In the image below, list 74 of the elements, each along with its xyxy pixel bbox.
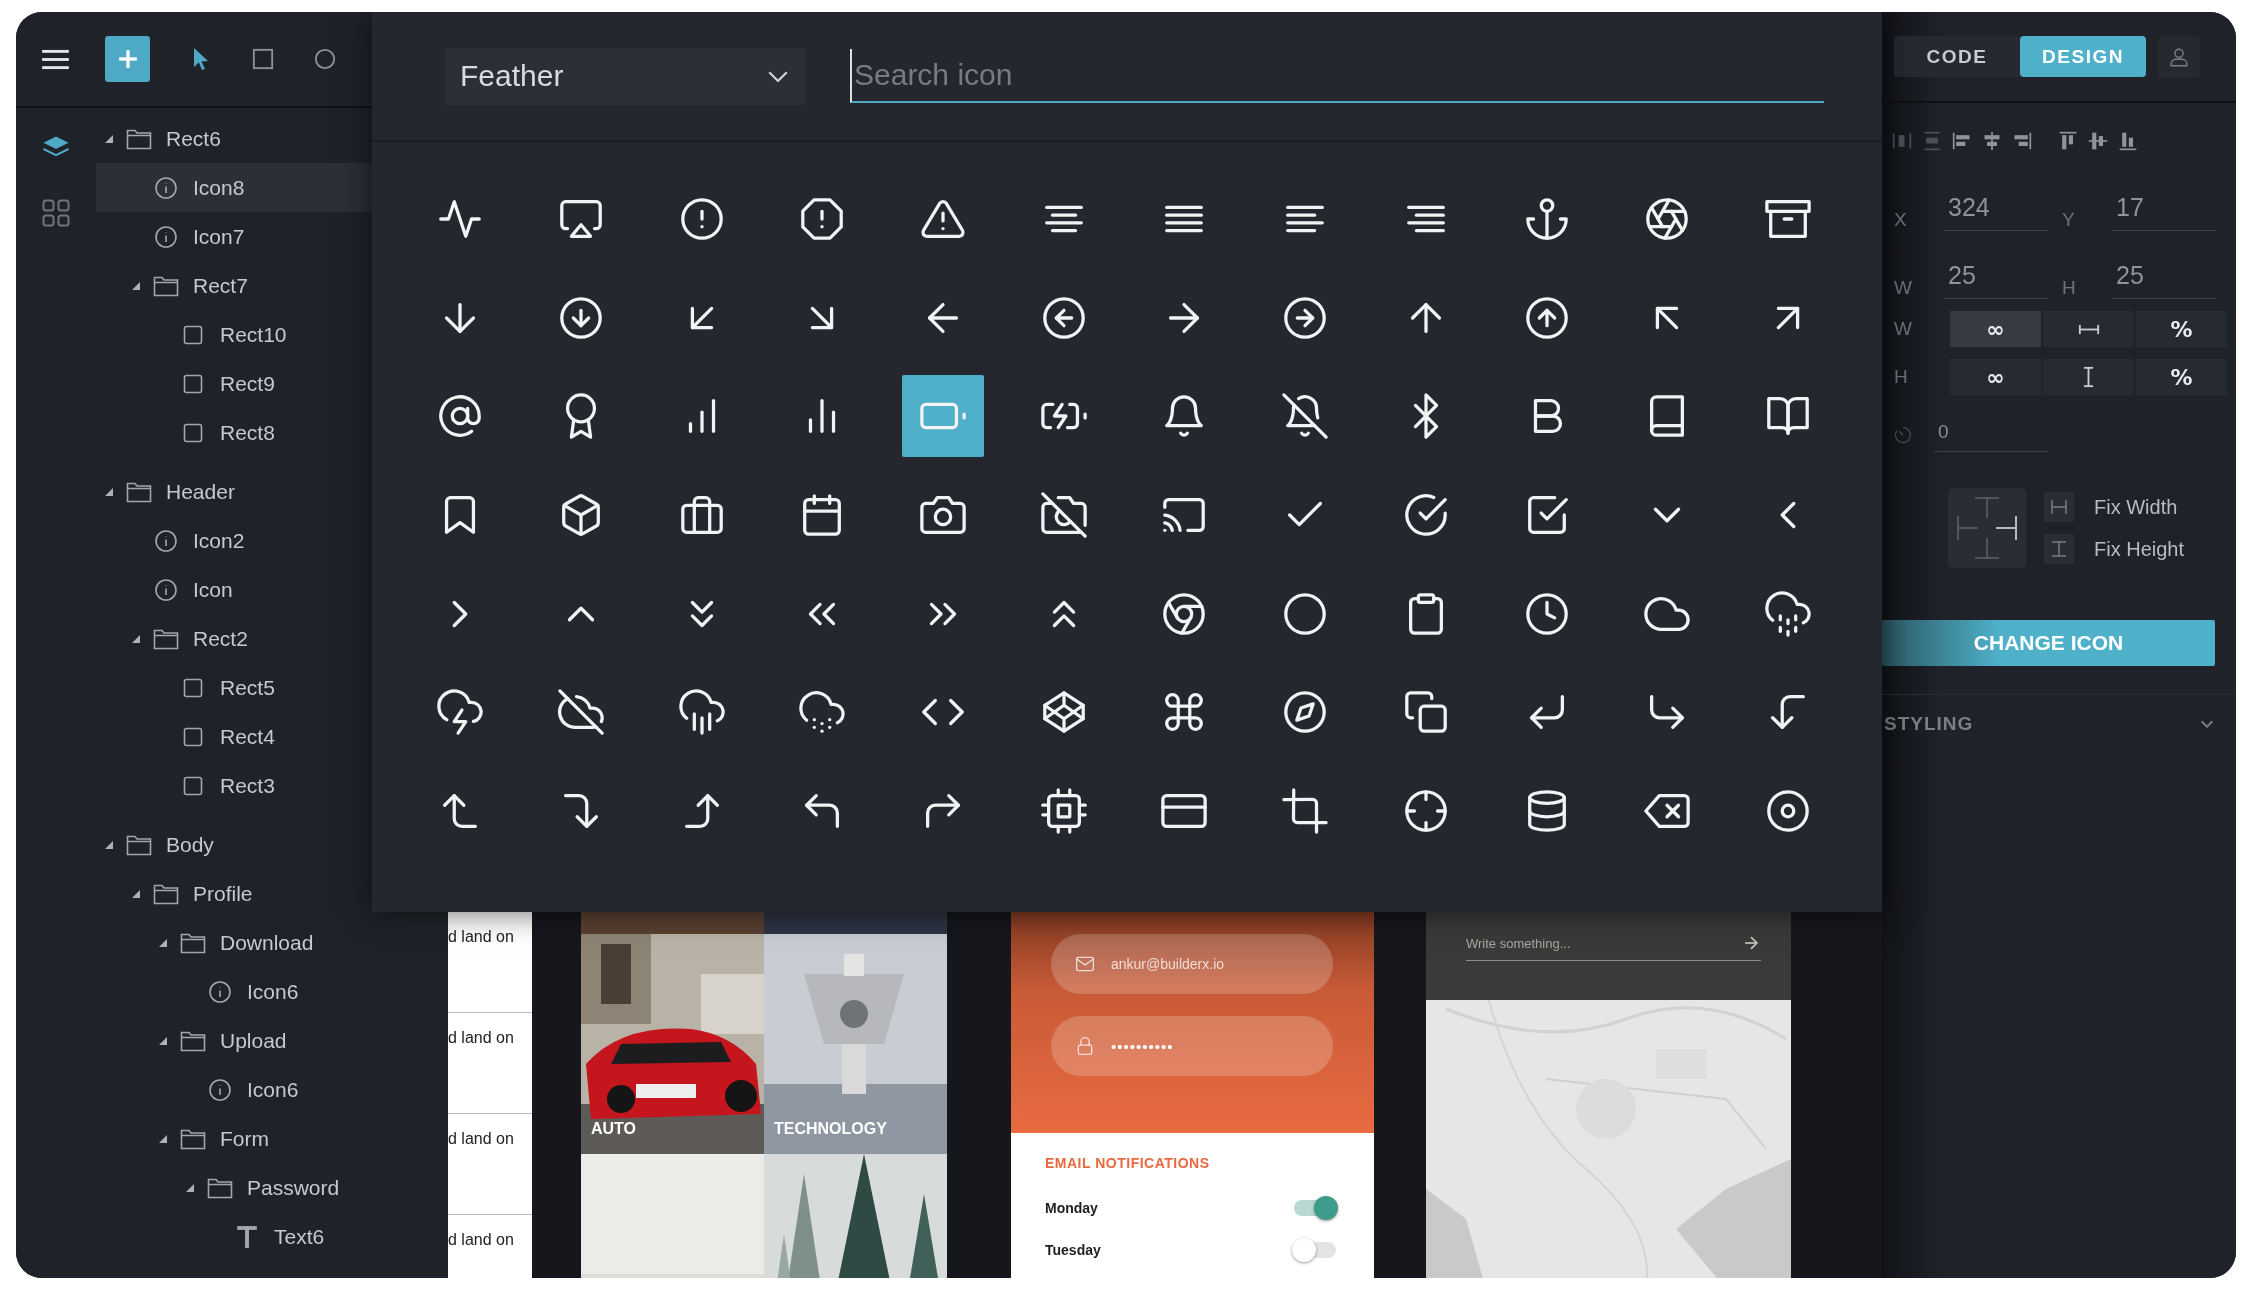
number-field[interactable]: 324 (1944, 193, 2048, 231)
constraint-label: Fix Height (2094, 537, 2185, 561)
layer-item[interactable]: Rect9 (96, 359, 448, 408)
layer-name: Rect5 (220, 675, 275, 700)
field-label: W (1893, 277, 1913, 299)
layer-item[interactable]: Download (96, 918, 448, 967)
sizing-option[interactable]: % (2136, 359, 2227, 395)
layer-item[interactable]: Rect10 (96, 310, 448, 359)
day-label: Tuesday (1045, 1242, 1101, 1258)
day-label: Monday (1045, 1200, 1098, 1216)
layer-name: Rect8 (220, 420, 275, 445)
layer-item[interactable]: Header (96, 467, 448, 516)
list-item-text: d land on (448, 1029, 514, 1046)
layer-item[interactable]: Rect5 (96, 663, 448, 712)
layer-item[interactable]: Text6 (96, 1212, 448, 1261)
layer-name: Rect4 (220, 724, 275, 749)
layer-name: Rect9 (220, 371, 275, 396)
list-item-text: d land on (448, 1231, 514, 1248)
layer-name: Icon8 (193, 175, 245, 200)
field-label: Y (2061, 209, 2076, 231)
layer-name: Rect7 (193, 273, 248, 298)
layer-name: Rect6 (166, 126, 221, 151)
number-field[interactable]: 17 (2112, 193, 2216, 231)
layer-name: Form (220, 1126, 269, 1151)
section-header: STYLING (1884, 713, 1974, 735)
layer-item[interactable]: Icon2 (96, 516, 448, 565)
layer-name: Text6 (274, 1224, 325, 1249)
mode-tab[interactable]: CODE (1894, 36, 2020, 77)
sizing-option[interactable]: % (2136, 311, 2227, 347)
layer-name: Profile (193, 881, 253, 906)
layer-item[interactable]: Rect8 (96, 408, 448, 457)
layer-item[interactable]: Icon (96, 565, 448, 614)
layer-name: Icon (193, 577, 233, 602)
layer-item[interactable]: Password (96, 1163, 448, 1212)
field-label: X (1893, 209, 1908, 231)
layer-name: Upload (220, 1028, 287, 1053)
field-label: W (1893, 318, 1913, 340)
layer-item[interactable]: Rect2 (96, 614, 448, 663)
layer-item[interactable]: Rect3 (96, 761, 448, 810)
field-label: H (2061, 277, 2077, 299)
list-item-text: d land on (448, 928, 514, 945)
layer-item[interactable]: Icon6 (96, 967, 448, 1016)
layer-item[interactable]: Body (96, 820, 448, 869)
library-dropdown[interactable]: Feather (445, 47, 805, 105)
number-field[interactable]: 25 (2112, 261, 2216, 299)
layer-name: Icon6 (247, 979, 299, 1004)
layer-item[interactable]: Rect7 (96, 261, 448, 310)
layer-item[interactable]: Icon6 (96, 1065, 448, 1114)
layer-name: Download (220, 930, 314, 955)
message-field[interactable]: Write something... (1466, 935, 1741, 951)
layer-name: Icon2 (193, 528, 245, 553)
layer-item[interactable]: Rect6 (96, 114, 448, 163)
layer-name: Body (166, 832, 214, 857)
layer-name: Rect10 (220, 322, 287, 347)
rotation-field[interactable]: 0 (1934, 421, 2048, 452)
field-label: H (1893, 366, 1909, 388)
constraint-label: Fix Width (2094, 495, 2178, 519)
layer-item[interactable]: Form (96, 1114, 448, 1163)
layer-name: Icon7 (193, 224, 245, 249)
sizing-option[interactable]: ∞ (1950, 311, 2041, 347)
layer-item[interactable]: Rect4 (96, 712, 448, 761)
layer-name: Rect3 (220, 773, 275, 798)
layer-item[interactable]: Icon7 (96, 212, 448, 261)
layer-name: Header (166, 479, 235, 504)
section-title: EMAIL NOTIFICATIONS (1045, 1155, 1211, 1171)
layer-name: Icon6 (247, 1077, 299, 1102)
layer-item[interactable]: Profile (96, 869, 448, 918)
number-field[interactable]: 25 (1944, 261, 2048, 299)
search-field[interactable]: Search icon (850, 49, 1824, 103)
layer-name: Password (247, 1175, 340, 1200)
sizing-option[interactable]: ∞ (1950, 359, 2041, 395)
layer-item[interactable]: Upload (96, 1016, 448, 1065)
layer-name: Rect2 (193, 626, 248, 651)
list-item-text: d land on (448, 1130, 514, 1147)
